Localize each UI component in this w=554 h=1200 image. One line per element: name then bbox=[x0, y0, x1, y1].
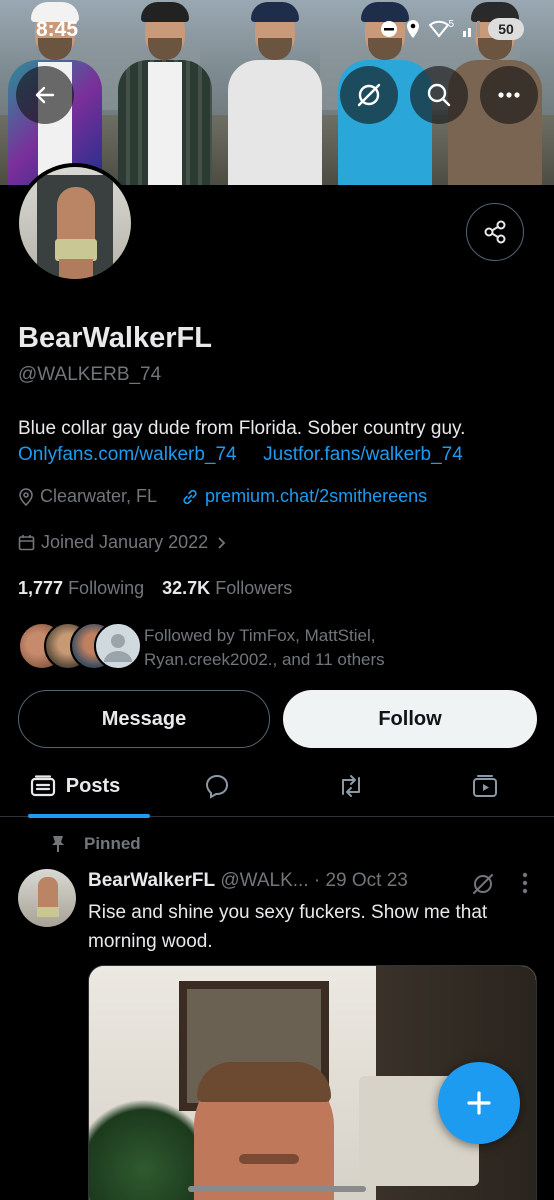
profile-name: BearWalkerFL bbox=[18, 322, 212, 354]
search-icon bbox=[427, 83, 451, 107]
profile-stats: 1,777 Following 32.7K Followers bbox=[18, 578, 292, 599]
location-status-icon bbox=[407, 20, 420, 38]
search-button[interactable] bbox=[410, 66, 468, 124]
tab-reposts[interactable] bbox=[306, 755, 396, 817]
share-icon bbox=[484, 220, 506, 244]
post-header: BearWalkerFL @WALK... · 29 Oct 23 bbox=[88, 870, 528, 892]
tab-posts-label: Posts bbox=[65, 774, 121, 797]
pinned-indicator: Pinned bbox=[50, 834, 141, 854]
tab-replies[interactable] bbox=[172, 755, 262, 817]
status-bar: 8:45 5 50 bbox=[0, 0, 554, 60]
follower-avatar-default bbox=[94, 622, 142, 670]
compose-button[interactable] bbox=[438, 1062, 520, 1144]
grok-button[interactable] bbox=[340, 66, 398, 124]
cell-signal-icon bbox=[463, 21, 480, 37]
location-icon bbox=[19, 487, 33, 506]
following-link[interactable]: 1,777 Following bbox=[18, 578, 144, 598]
profile-location-row: Clearwater, FL premium.chat/2smithereens bbox=[18, 486, 427, 507]
post-handle-date: @WALK... · 29 Oct 23 bbox=[220, 870, 408, 891]
pinned-label: Pinned bbox=[84, 834, 141, 853]
battery-indicator: 50 bbox=[488, 18, 524, 40]
message-button[interactable]: Message bbox=[18, 690, 270, 748]
post-text: Rise and shine you sexy fuckers. Show me… bbox=[88, 902, 488, 952]
profile-location: Clearwater, FL bbox=[40, 486, 158, 506]
bio-text: Blue collar gay dude from Florida. Sober… bbox=[18, 418, 466, 439]
bio-link-justforfans[interactable]: Justfor.fans/walkerb_74 bbox=[263, 444, 463, 465]
posts-icon bbox=[30, 775, 55, 797]
follow-button[interactable]: Follow bbox=[283, 690, 537, 748]
followers-count: 32.7K bbox=[162, 578, 211, 598]
more-icon bbox=[498, 92, 520, 98]
chevron-right-icon bbox=[218, 536, 226, 549]
following-count: 1,777 bbox=[18, 578, 64, 598]
post-author-name[interactable]: BearWalkerFL bbox=[88, 870, 215, 891]
grok-icon[interactable] bbox=[470, 871, 496, 897]
gesture-home-bar[interactable] bbox=[188, 1186, 366, 1192]
pin-icon bbox=[52, 836, 64, 852]
signal-generation: 5 bbox=[448, 18, 454, 30]
retweet-icon bbox=[342, 775, 360, 797]
wifi-icon bbox=[429, 20, 450, 38]
more-button[interactable] bbox=[480, 66, 538, 124]
tab-posts[interactable]: Posts bbox=[0, 755, 150, 818]
profile-tabs: Posts bbox=[0, 755, 554, 818]
profile-avatar[interactable] bbox=[15, 163, 135, 283]
back-arrow-icon bbox=[35, 86, 55, 104]
profile-bio: Blue collar gay dude from Florida. Sober… bbox=[18, 416, 538, 468]
profile-handle: @WALKERB_74 bbox=[18, 364, 162, 385]
bio-link-onlyfans[interactable]: Onlyfans.com/walkerb_74 bbox=[18, 444, 237, 465]
following-label: Following bbox=[68, 578, 145, 598]
media-icon bbox=[473, 775, 497, 797]
dnd-icon bbox=[381, 21, 398, 37]
grok-icon bbox=[357, 83, 381, 107]
followers-label: Followers bbox=[215, 578, 293, 598]
back-button[interactable] bbox=[16, 66, 74, 124]
profile-joined-row[interactable]: Joined January 2022 bbox=[18, 532, 228, 553]
followers-link[interactable]: 32.7K Followers bbox=[162, 578, 292, 598]
followed-by-row[interactable]: Followed by TimFox, MattStiel, Ryan.cree… bbox=[18, 622, 538, 672]
profile-joined: Joined January 2022 bbox=[41, 532, 209, 552]
post-more-icon[interactable] bbox=[522, 872, 528, 894]
tab-media[interactable] bbox=[440, 755, 530, 817]
post-author-avatar[interactable] bbox=[18, 869, 76, 927]
status-time: 8:45 bbox=[36, 18, 79, 41]
profile-website[interactable]: premium.chat/2smithereens bbox=[205, 486, 427, 507]
link-icon bbox=[183, 489, 197, 504]
status-icons: 5 50 bbox=[380, 18, 524, 40]
followed-by-text: Followed by TimFox, MattStiel, Ryan.cree… bbox=[144, 626, 385, 669]
share-button[interactable] bbox=[466, 203, 524, 261]
calendar-icon bbox=[18, 535, 35, 551]
replies-icon bbox=[205, 774, 229, 799]
compose-plus-icon bbox=[467, 1091, 491, 1115]
